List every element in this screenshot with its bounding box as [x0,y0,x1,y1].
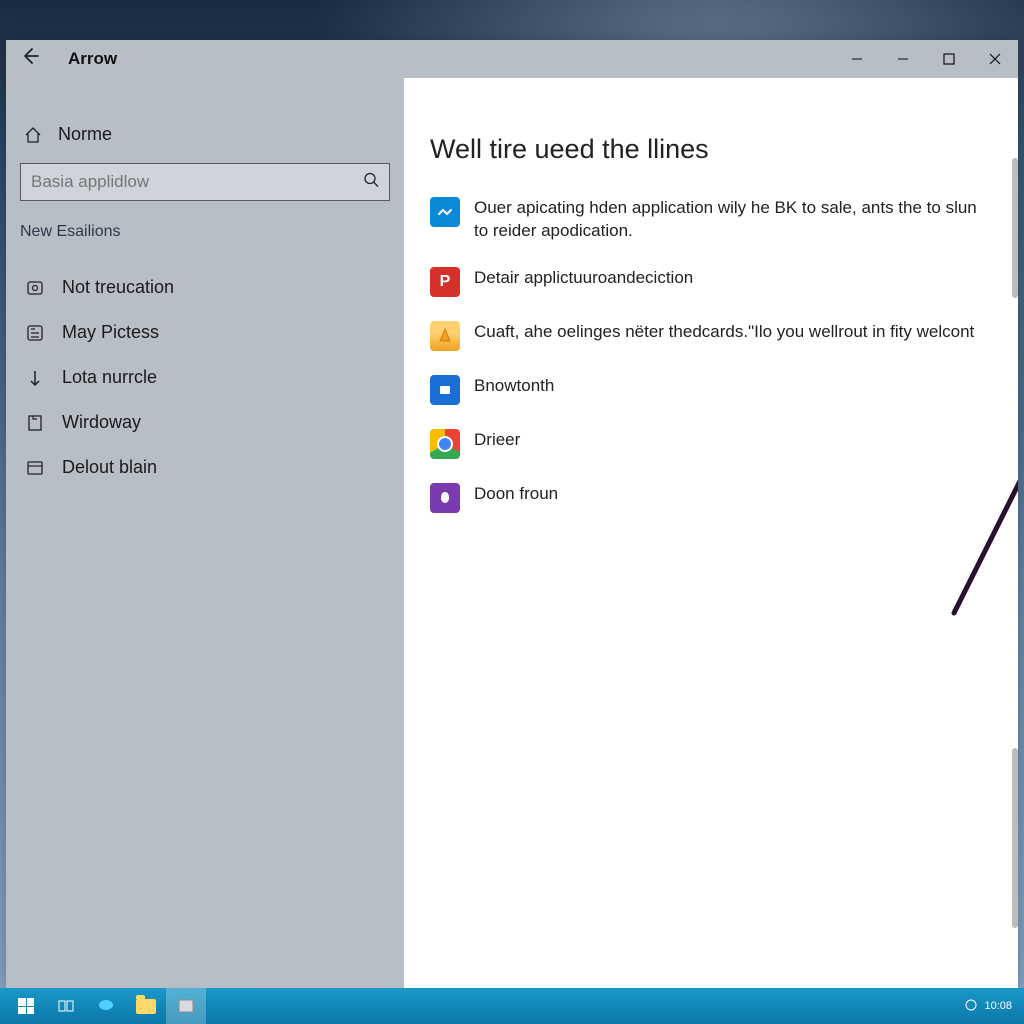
app-row-0[interactable]: Ouer apicating hden application wily he … [430,189,984,259]
sidebar-item-1[interactable]: May Pictess [20,310,390,355]
window-close-button[interactable] [972,40,1018,78]
start-icon [18,998,34,1014]
window-minimize-button[interactable] [880,40,926,78]
sidebar-section-label: New Esailions [20,223,390,241]
sidebar: Norme New Esailions Not treucation May P… [6,78,404,988]
tray-clock[interactable]: 10:08 [984,1000,1012,1012]
page-heading: Well tire ueed the llines [430,134,984,165]
app-icon-0 [430,197,460,227]
scrollbar-thumb-bottom[interactable] [1012,748,1018,928]
system-tray[interactable]: 10:08 [964,998,1018,1015]
taskbar: 10:08 [0,988,1024,1024]
home-icon [22,125,44,145]
app-icon-2 [430,321,460,351]
folder-icon [136,999,156,1014]
app-text: Bnowtonth [474,375,554,398]
sidebar-item-label: May Pictess [62,322,159,343]
window-titlebar: Arrow [6,40,1018,78]
taskbar-app-1[interactable] [86,988,126,1024]
sidebar-item-label: Wirdoway [62,412,141,433]
app-row-3[interactable]: Bnowtonth [430,367,984,421]
window-body: Norme New Esailions Not treucation May P… [6,78,1018,988]
window-icon [177,997,195,1015]
sidebar-item-4[interactable]: Delout blain [20,445,390,490]
scrollbar-thumb-top[interactable] [1012,158,1018,298]
back-arrow-icon [20,46,40,66]
app-icon-3 [430,375,460,405]
sidebar-item-0[interactable]: Not treucation [20,265,390,310]
sidebar-item-3-icon [24,413,46,433]
sidebar-item-2[interactable]: Lota nurrcle [20,355,390,400]
search-input[interactable] [31,172,349,192]
minimize-icon [897,53,909,65]
search-icon [363,172,379,193]
sidebar-item-2-icon [24,368,46,388]
app-text: Detair applictuuroandeciction [474,267,693,290]
scrollbar[interactable] [1008,158,1018,968]
sidebar-item-label: Delout blain [62,457,157,478]
app-text: Drieer [474,429,520,452]
search-box[interactable] [20,163,390,201]
app-icon-1: P [430,267,460,297]
app-text: Doon froun [474,483,558,506]
tray-icon-1[interactable] [964,998,978,1015]
window-maximize-button[interactable] [926,40,972,78]
taskbar-settings-active[interactable] [166,988,206,1024]
window-title: Arrow [68,49,117,69]
app-row-4[interactable]: Drieer [430,421,984,475]
back-button[interactable] [20,46,44,72]
main-content: Well tire ueed the llines Ouer apicating… [404,78,1018,988]
close-icon [989,53,1001,65]
sidebar-home-label: Norme [58,124,112,145]
sidebar-item-label: Lota nurrcle [62,367,157,388]
settings-window: Arrow Norme New Esailions N [6,40,1018,988]
app-icon-4 [430,429,460,459]
app-icon-5 [430,483,460,513]
app-row-2[interactable]: Cuaft, ahe oelinges nëter thedcards."Ilo… [430,313,984,367]
sidebar-item-4-icon [24,458,46,478]
app-text: Ouer apicating hden application wily he … [474,197,984,243]
sidebar-item-1-icon [24,323,46,343]
taskbar-explorer[interactable] [126,988,166,1024]
app-text: Cuaft, ahe oelinges nëter thedcards."Ilo… [474,321,974,344]
minimize2-icon [851,53,863,65]
sidebar-home[interactable]: Norme [20,118,390,163]
sidebar-item-3[interactable]: Wirdoway [20,400,390,445]
taskbar-taskview-button[interactable] [46,988,86,1024]
app-row-5[interactable]: Doon froun [430,475,984,529]
sidebar-item-label: Not treucation [62,277,174,298]
taskbar-start-button[interactable] [6,988,46,1024]
maximize-icon [943,53,955,65]
window-min2-button[interactable] [834,40,880,78]
chat-icon [97,997,115,1015]
sidebar-item-0-icon [24,278,46,298]
taskview-icon [57,997,75,1015]
app-row-1[interactable]: P Detair applictuuroandeciction [430,259,984,313]
